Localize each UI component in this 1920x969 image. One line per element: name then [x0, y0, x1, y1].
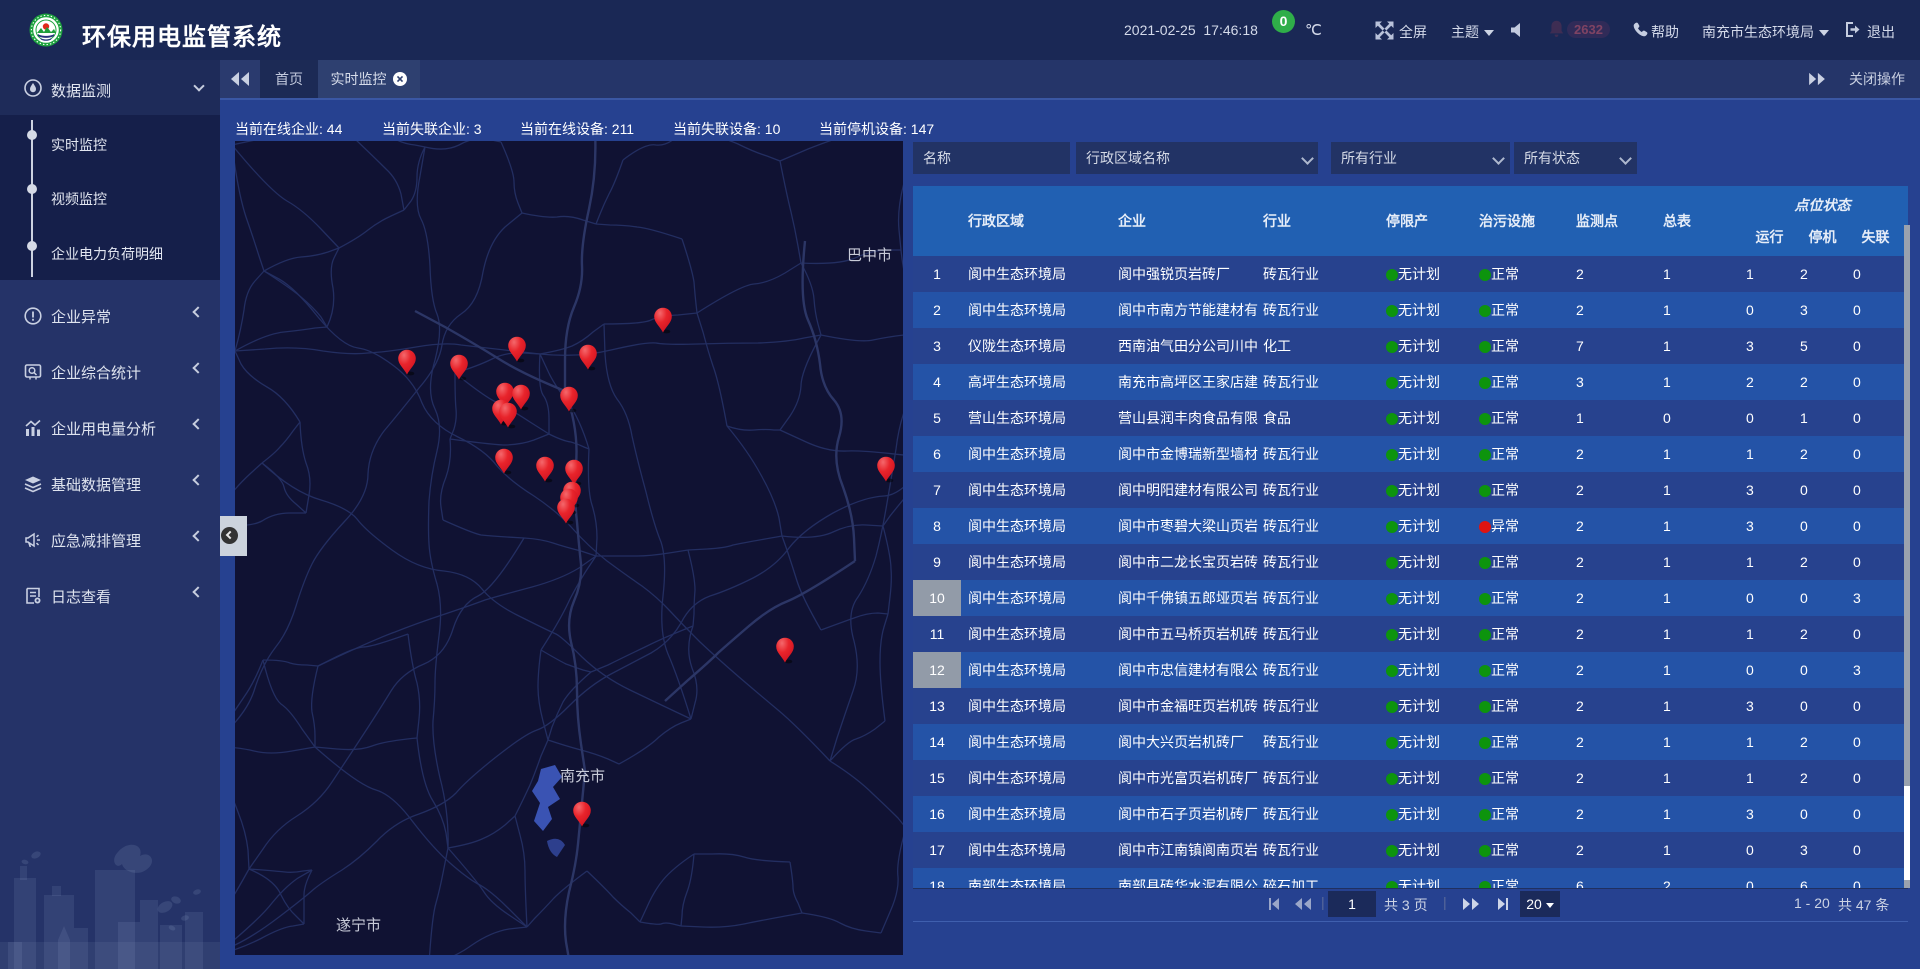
svg-text:巴中市: 巴中市 — [847, 247, 892, 264]
svg-text:遂宁市: 遂宁市 — [336, 917, 381, 934]
svg-text:南充市: 南充市 — [560, 768, 605, 785]
